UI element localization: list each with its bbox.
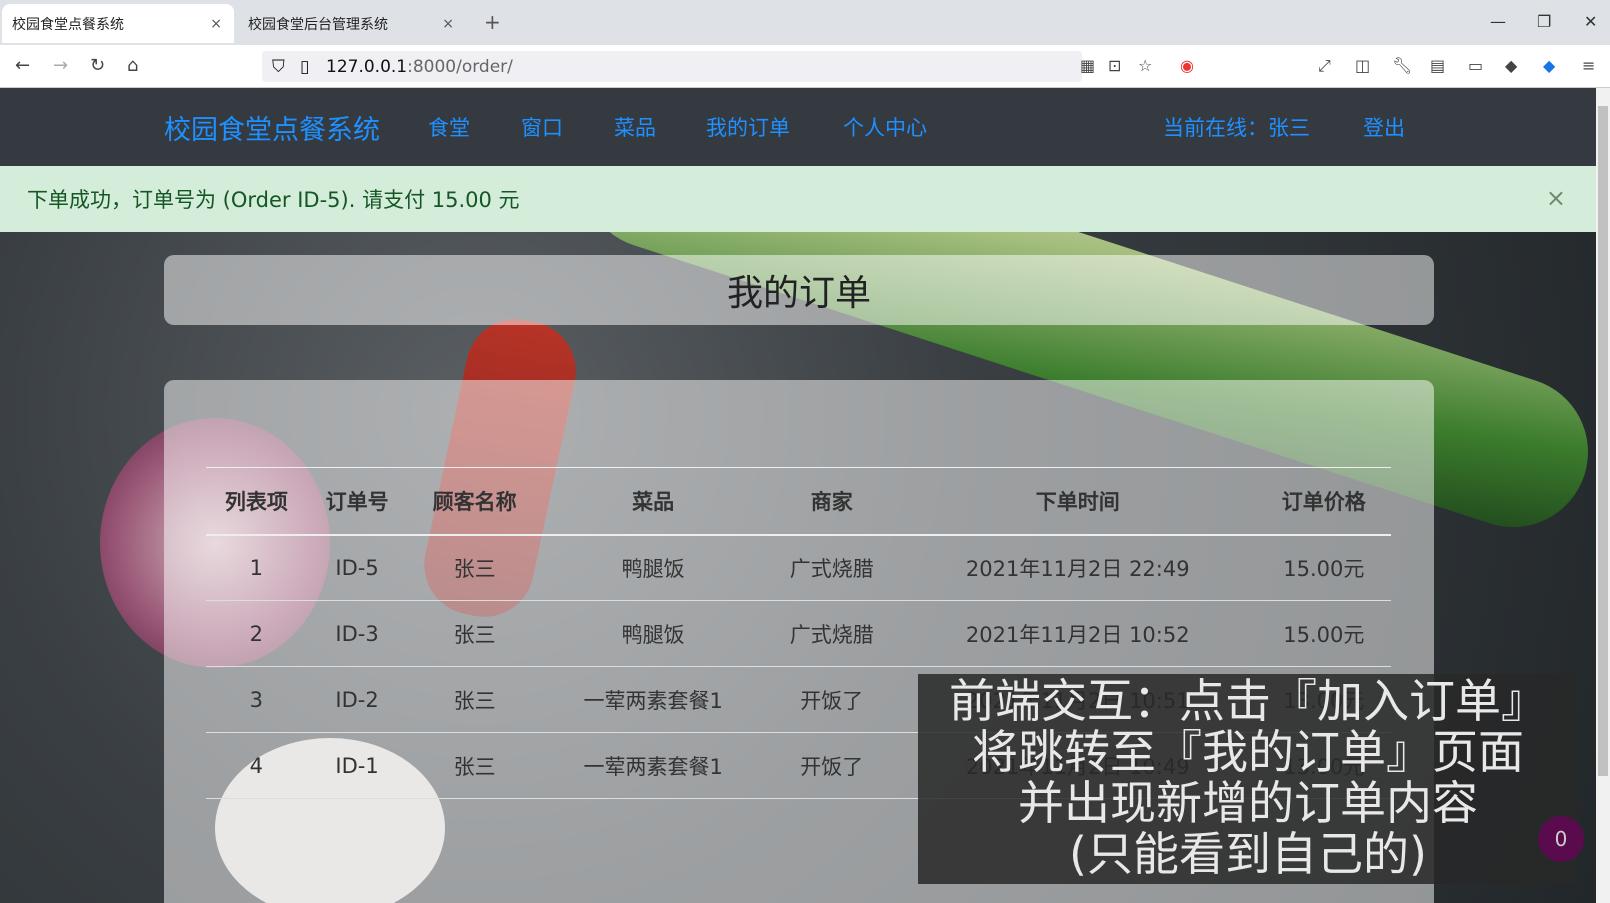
url-path: :8000/order/	[407, 56, 513, 77]
table-cell: 张三	[407, 666, 542, 733]
tab-close-icon[interactable]: ×	[210, 16, 222, 32]
nav-my-orders[interactable]: 我的订单	[706, 112, 790, 142]
table-cell: 2021年11月2日 22:49	[898, 534, 1257, 601]
table-cell: 开饭了	[764, 732, 899, 799]
floating-badge[interactable]: 0	[1538, 816, 1584, 862]
column-header: 下单时间	[898, 467, 1257, 536]
table-cell: 广式烧腊	[764, 600, 899, 667]
nav-profile[interactable]: 个人中心	[843, 112, 927, 142]
tab-active[interactable]: 校园食堂点餐系统 ×	[2, 4, 234, 43]
table-cell: ID-5	[306, 534, 408, 601]
extension-icon[interactable]: ▤	[1430, 56, 1445, 75]
table-cell: 张三	[407, 534, 542, 601]
table-cell: 鸭腿饭	[541, 534, 765, 601]
shield-icon: ⛉	[272, 56, 285, 77]
alert-message: 下单成功，订单号为 (Order ID-5). 请支付 15.00 元	[27, 188, 520, 212]
caption-line: 并出现新增的订单内容	[1018, 776, 1478, 830]
table-cell: ID-1	[306, 732, 408, 799]
forward-icon[interactable]: →	[53, 55, 68, 76]
table-row: 2 ID-3 张三 鸭腿饭 广式烧腊 2021年11月2日 10:52 15.00元	[206, 600, 1391, 667]
alert-close-button[interactable]: ×	[1546, 184, 1566, 212]
table-cell: ID-2	[306, 666, 408, 733]
table-cell: 4	[206, 732, 307, 799]
tab-admin[interactable]: 校园食堂后台管理系统 ×	[238, 4, 466, 43]
caption-line: 将跳转至『我的订单』页面	[972, 725, 1524, 779]
table-cell: 广式烧腊	[764, 534, 899, 601]
address-toolbar: ← → ↻ ⌂ ⛉ ▯ 127.0.0.1:8000/order/ ▦ ⊡ ☆ …	[0, 45, 1610, 88]
navbar: 校园食堂点餐系统 食堂 窗口 菜品 我的订单 个人中心 当前在线：张三 登出	[0, 88, 1596, 166]
reload-icon[interactable]: ↻	[90, 55, 105, 76]
restore-icon[interactable]: ❐	[1537, 12, 1551, 31]
table-cell: 15.00元	[1256, 600, 1391, 667]
translate-icon[interactable]: ⊡	[1108, 56, 1121, 75]
extension-icon-2[interactable]: ◆	[1505, 56, 1517, 75]
column-header: 订单价格	[1256, 467, 1391, 536]
caption-line: (只能看到自己的)	[1069, 827, 1427, 881]
online-user[interactable]: 当前在线：张三	[1163, 112, 1310, 142]
record-icon[interactable]: ◉	[1180, 56, 1194, 75]
nav-dishes[interactable]: 菜品	[614, 112, 656, 142]
table-cell: 一荤两素套餐1	[541, 666, 765, 733]
table-cell: 3	[206, 666, 307, 733]
qr-icon[interactable]: ▦	[1080, 56, 1095, 75]
sidebar-icon[interactable]: ◫	[1355, 56, 1370, 75]
tab-title: 校园食堂点餐系统	[12, 16, 124, 33]
page-viewport: 校园食堂点餐系统 食堂 窗口 菜品 我的订单 个人中心 当前在线：张三 登出 下…	[0, 88, 1596, 903]
table-row: 1 ID-5 张三 鸭腿饭 广式烧腊 2021年11月2日 22:49 15.00元	[206, 534, 1391, 601]
tab-title: 校园食堂后台管理系统	[248, 16, 388, 33]
nav-canteen[interactable]: 食堂	[428, 112, 470, 142]
minimize-icon[interactable]: —	[1490, 12, 1506, 31]
url-host: 127.0.0.1	[326, 56, 408, 77]
column-header: 菜品	[541, 467, 765, 536]
page-title: 我的订单	[726, 273, 871, 314]
nav-window[interactable]: 窗口	[521, 112, 563, 142]
table-cell: 张三	[407, 600, 542, 667]
table-cell: 15.00元	[1256, 534, 1391, 601]
back-icon[interactable]: ←	[15, 55, 30, 76]
star-icon[interactable]: ☆	[1138, 56, 1152, 75]
menu-icon[interactable]: ≡	[1582, 56, 1595, 75]
page-title-card: 我的订单	[164, 255, 1434, 325]
table-cell: 一荤两素套餐1	[541, 732, 765, 799]
success-alert: 下单成功，订单号为 (Order ID-5). 请支付 15.00 元 ×	[0, 166, 1596, 232]
wrench-icon[interactable]: 🔧︎	[1392, 56, 1412, 75]
column-header: 顾客名称	[407, 467, 542, 536]
expand-icon[interactable]: ⤢	[1318, 56, 1331, 76]
scrollbar[interactable]	[1596, 88, 1610, 903]
browser-tab-bar: 校园食堂点餐系统 × 校园食堂后台管理系统 × + — ❐ ✕	[0, 0, 1610, 45]
logout-link[interactable]: 登出	[1363, 112, 1405, 142]
url-bar[interactable]: ⛉ ▯ 127.0.0.1:8000/order/	[262, 51, 1082, 82]
table-cell: ID-3	[306, 600, 408, 667]
video-caption-overlay: 前端交互：点击『加入订单』 将跳转至『我的订单』页面 并出现新增的订单内容 (只…	[918, 674, 1578, 884]
brand-link[interactable]: 校园食堂点餐系统	[164, 108, 380, 147]
table-cell: 2021年11月2日 10:52	[898, 600, 1257, 667]
table-cell: 张三	[407, 732, 542, 799]
column-header: 商家	[764, 467, 899, 536]
table-cell: 鸭腿饭	[541, 600, 765, 667]
page-icon: ▯	[300, 56, 310, 77]
new-tab-button[interactable]: +	[484, 10, 501, 34]
window-close-icon[interactable]: ✕	[1584, 12, 1597, 31]
table-cell: 2	[206, 600, 307, 667]
column-header: 订单号	[306, 467, 408, 536]
table-cell: 开饭了	[764, 666, 899, 733]
tab-close-icon[interactable]: ×	[442, 16, 454, 32]
column-header: 列表项	[206, 467, 307, 536]
home-icon[interactable]: ⌂	[127, 55, 138, 76]
caption-line: 前端交互：点击『加入订单』	[949, 674, 1547, 728]
document-icon[interactable]: ▭	[1468, 56, 1483, 75]
table-cell: 1	[206, 534, 307, 601]
extension-icon-3[interactable]: ◆	[1543, 56, 1555, 75]
scrollbar-thumb[interactable]	[1598, 106, 1608, 776]
